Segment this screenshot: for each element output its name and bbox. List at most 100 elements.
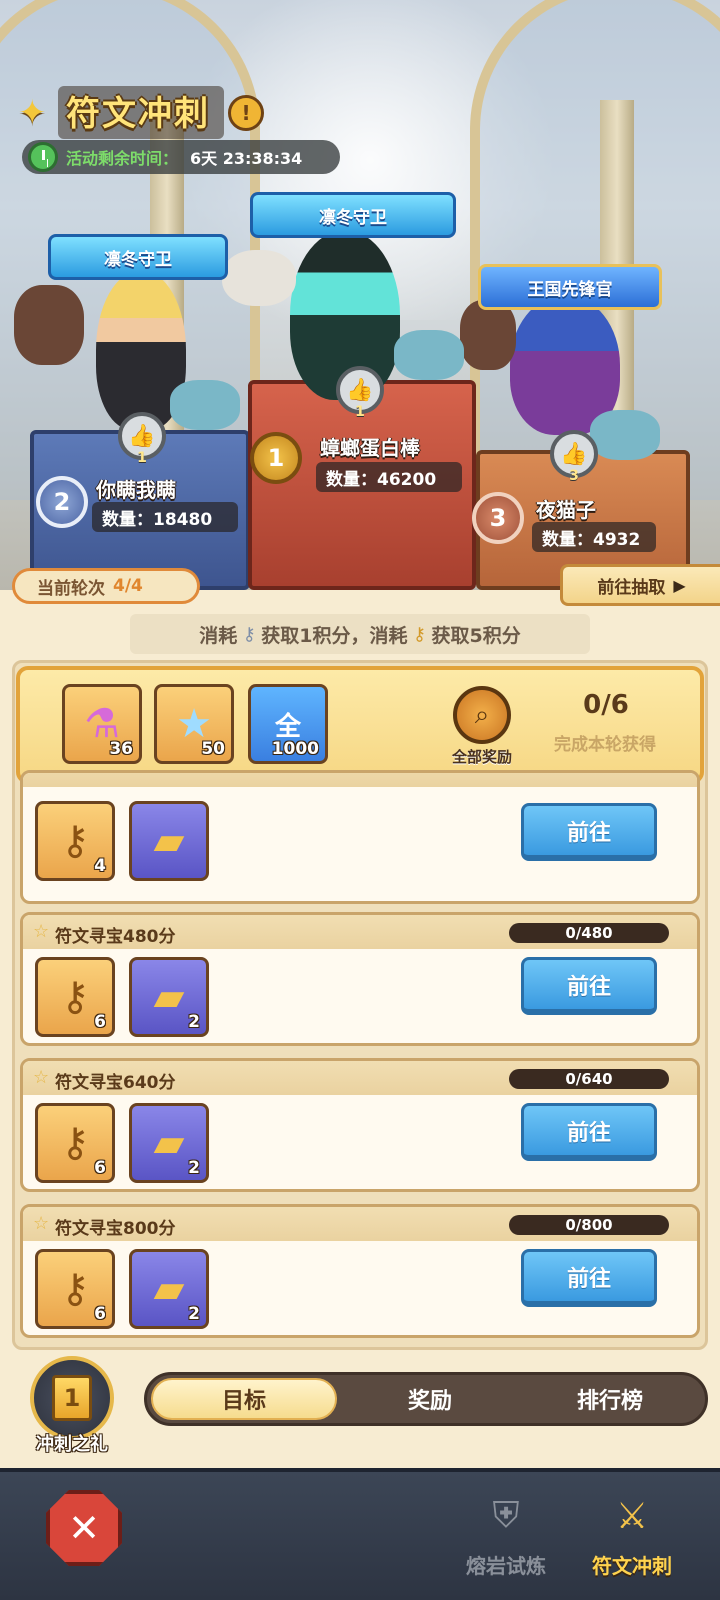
reward-count: 2 [188,1158,200,1178]
thumbs-up-icon: 👍 [560,441,588,467]
nav-lava-trial[interactable]: ⛨ 熔岩试炼 [446,1484,566,1579]
reward-item-rune-card[interactable]: ▰ [129,801,209,881]
reward-item-gold-key[interactable]: ⚷ 4 [35,801,115,881]
tree-pet-icon [460,300,516,370]
player-name-rank-1: 蟑螂蛋白棒 [320,436,420,460]
reward-item-orb[interactable]: 全 1000 [248,684,328,764]
sprint-gift-button[interactable]: 1 冲刺之礼 [24,1356,120,1456]
silver-key-icon: ⚷ [242,623,256,645]
go-button[interactable]: 前往 [521,957,657,1015]
round-progress: 0/6 [583,690,629,720]
armadillo-pet-icon [170,380,240,430]
rank-badge-2: 2 [36,476,88,528]
reward-item-rune-card[interactable]: ▰ 2 [129,1103,209,1183]
close-icon: ✕ [68,1506,100,1550]
armadillo-pet-icon [590,410,660,460]
task-card: ⚷ 4 ▰ 前往 [20,770,700,904]
reward-count: 4 [94,856,106,876]
play-arrow-icon: ▶ [673,575,686,595]
gift-label: 冲刺之礼 [36,1434,108,1455]
thumbs-up-icon: 👍 [128,423,156,449]
round-value: 4/4 [113,576,143,596]
reward-item-gold-key[interactable]: ⚷ 6 [35,1103,115,1183]
score-hint: 消耗 ⚷ 获取1积分，消耗 ⚷ 获取5积分 [130,614,590,654]
current-round: 当前轮次 4/4 [12,568,200,604]
reward-count: 1000 [271,739,319,759]
star-icon: ✦ [18,92,47,133]
task-card: ☆ 符文寻宝800分 0/800 ⚷ 6 ▰ 2 前往 [20,1204,700,1338]
gold-key-icon: ⚷ [412,623,427,645]
star-icon: ☆ [33,1213,50,1234]
task-header [23,773,697,787]
hint-text-1: 消耗 [199,624,238,647]
like-count-rank-1: 1 [355,404,365,420]
title-ribbon-rank-1: 凛冬守卫 [250,192,456,238]
info-button[interactable]: ! [228,94,264,131]
hint-text-2: 获取1积分，消耗 [261,624,408,647]
star-icon: ☆ [33,1067,50,1088]
player-qty-rank-1: 数量：46200 [316,462,462,492]
reward-count: 2 [188,1304,200,1324]
reward-item-rune-card[interactable]: ▰ 2 [129,1249,209,1329]
timer-value: 6天 23:38:34 [190,149,303,168]
go-button[interactable]: 前往 [521,1103,657,1161]
trophy-icon: 1 [52,1375,92,1421]
rune-card-icon: ▰ [153,818,185,864]
player-qty-rank-3: 数量：4932 [532,522,656,552]
tab-leaderboard[interactable]: 排行榜 [517,1378,703,1420]
magnifier-icon: ⌕ [453,686,511,744]
goto-draw-button[interactable]: 前往抽取 ▶ [560,564,720,606]
panda-pet-icon [222,250,296,306]
tab-rewards[interactable]: 奖励 [337,1378,523,1420]
go-button[interactable]: 前往 [521,1249,657,1307]
tab-goals[interactable]: 目标 [151,1378,337,1420]
player-name-rank-3: 夜猫子 [536,498,596,522]
nav-rune-sprint[interactable]: ⚔ 符文冲刺 [572,1484,692,1579]
clock-icon [28,142,58,172]
reward-count: 6 [94,1304,106,1324]
sword-trophy-icon: ⚔ [615,1495,649,1537]
event-timer: 活动剩余时间： 6天 23:38:34 [22,140,340,174]
podium-stage: 凛冬守卫 凛冬守卫 王国先锋官 👍 1 👍 1 👍 3 2 你瞒我瞒 数量：18… [0,0,720,590]
goto-draw-label: 前往抽取 [597,577,666,598]
exclamation-icon: ! [241,100,251,125]
armadillo-pet-icon [394,330,464,380]
rank-badge-3: 3 [472,492,524,544]
event-title: 符文冲刺 [58,86,224,139]
reward-item-rune-card[interactable]: ▰ 2 [129,957,209,1037]
shield-icon: ⛨ [492,1495,520,1536]
bottom-nav: ✕ ⛨ 熔岩试炼 ⚔ 符文冲刺 [0,1468,720,1600]
reward-count: 2 [188,1012,200,1032]
tab-bar: 目标 奖励 排行榜 [144,1372,708,1426]
all-rewards-button[interactable]: ⌕ 全部奖励 [436,686,528,767]
task-progress: 0/800 [509,1215,669,1235]
go-button[interactable]: 前往 [521,803,657,861]
task-progress: 0/480 [509,923,669,943]
reward-item-gold-key[interactable]: ⚷ 6 [35,1249,115,1329]
player-qty-rank-2: 数量：18480 [92,502,238,532]
reward-item-star-crystal[interactable]: ★ 50 [154,684,234,764]
task-title: 符文寻宝800分 [55,1219,176,1239]
like-count-rank-3: 3 [569,468,579,484]
thumbs-up-icon: 👍 [346,377,374,403]
round-label: 当前轮次 [37,578,105,599]
timer-label: 活动剩余时间： [66,149,179,168]
task-title: 符文寻宝640分 [55,1073,176,1093]
task-title: 符文寻宝480分 [55,927,176,947]
task-card: ☆ 符文寻宝480分 0/480 ⚷ 6 ▰ 2 前往 [20,912,700,1046]
reward-count: 6 [94,1012,106,1032]
nav-label: 熔岩试炼 [466,1554,546,1578]
close-button[interactable]: ✕ [46,1490,122,1566]
task-progress: 0/640 [509,1069,669,1089]
reward-count: 36 [109,739,133,759]
reward-item-potion[interactable]: ⚗ 36 [62,684,142,764]
task-card: ☆ 符文寻宝640分 0/640 ⚷ 6 ▰ 2 前往 [20,1058,700,1192]
like-count-rank-2: 1 [137,450,147,466]
tree-pet-icon [14,285,84,365]
reward-item-gold-key[interactable]: ⚷ 6 [35,957,115,1037]
hint-text-3: 获取5积分 [431,624,521,647]
all-rewards-label: 全部奖励 [451,748,512,766]
round-progress-caption: 完成本轮获得 [554,735,656,755]
gift-badge: 1 [30,1356,114,1440]
player-name-rank-2: 你瞒我瞒 [96,478,176,502]
